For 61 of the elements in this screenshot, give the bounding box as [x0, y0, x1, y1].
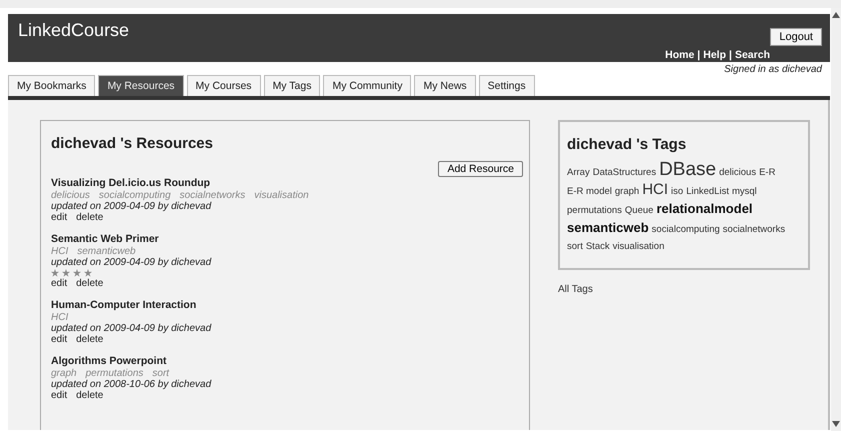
- tag-link[interactable]: Queue: [624, 202, 654, 219]
- tag-link[interactable]: visualisation: [612, 238, 664, 255]
- tag-link[interactable]: relationalmodel: [656, 200, 753, 217]
- tab[interactable]: My Community: [323, 75, 412, 96]
- tag-link[interactable]: semanticweb: [567, 219, 649, 236]
- tab[interactable]: My Resources: [98, 75, 184, 96]
- action-link[interactable]: edit: [51, 212, 68, 223]
- action-link[interactable]: edit: [51, 334, 68, 345]
- action-link[interactable]: edit: [51, 278, 68, 289]
- star-icon[interactable]: [51, 269, 59, 277]
- arrow-down-icon[interactable]: [832, 421, 840, 427]
- all-tags-link[interactable]: All Tags: [558, 284, 593, 295]
- tag-link[interactable]: iso: [671, 183, 684, 200]
- tag-link[interactable]: LinkedList: [686, 183, 729, 200]
- action-link[interactable]: delete: [76, 278, 104, 289]
- arrow-up-icon[interactable]: [832, 12, 840, 18]
- tag-link[interactable]: DBase: [659, 161, 716, 178]
- action-link[interactable]: delete: [76, 334, 104, 345]
- nav-link[interactable]: Home: [665, 49, 694, 61]
- tab[interactable]: My Bookmarks: [8, 75, 96, 96]
- tag-link[interactable]: Array: [567, 164, 590, 181]
- nav-separator: |: [697, 49, 700, 61]
- resource-title[interactable]: Human-Computer Interaction: [51, 299, 196, 312]
- logout-button[interactable]: Logout: [770, 28, 822, 46]
- tag-link[interactable]: permutations: [567, 202, 622, 219]
- action-link[interactable]: delete: [76, 212, 104, 223]
- tag-link[interactable]: graph: [614, 183, 640, 200]
- updated-text: updated on 2009-04-09 by dichevad: [51, 201, 212, 212]
- star-icon[interactable]: [62, 269, 70, 277]
- tag-link[interactable]: mysql: [732, 183, 757, 200]
- tag-link[interactable]: E-R model: [567, 183, 612, 200]
- action-link[interactable]: edit: [51, 390, 68, 401]
- action-link[interactable]: delete: [76, 390, 104, 401]
- tab[interactable]: My News: [414, 75, 476, 96]
- nav-link[interactable]: Search: [734, 49, 770, 61]
- tag-link[interactable]: Stack: [586, 238, 610, 255]
- nav-link[interactable]: Help: [703, 49, 726, 61]
- updated-text: updated on 2009-04-09 by dichevad: [51, 257, 212, 268]
- tag-link[interactable]: socialnetworks: [722, 221, 786, 238]
- tab[interactable]: My Tags: [264, 75, 320, 96]
- site-logo[interactable]: LinkedCourse: [18, 20, 130, 42]
- resource-title[interactable]: Semantic Web Primer: [51, 233, 159, 246]
- tab[interactable]: My Courses: [186, 75, 261, 96]
- resource-title[interactable]: Visualizing Del.icio.us Roundup: [51, 177, 210, 190]
- star-icon[interactable]: [84, 269, 92, 277]
- tag-link[interactable]: sort: [567, 238, 583, 255]
- tag-link[interactable]: HCI: [642, 181, 668, 198]
- panel-title: dichevad 's Resources: [51, 135, 213, 152]
- updated-text: updated on 2009-04-09 by dichevad: [51, 323, 212, 334]
- panel-title: dichevad 's Tags: [567, 136, 686, 153]
- updated-text: updated on 2008-10-06 by dichevad: [51, 379, 212, 390]
- tag-link[interactable]: DataStructures: [592, 164, 656, 181]
- tag-link[interactable]: delicious: [719, 164, 756, 181]
- tag-link[interactable]: E-R: [759, 164, 776, 181]
- star-icon[interactable]: [73, 269, 81, 277]
- add-resource-button[interactable]: Add Resource: [438, 161, 523, 177]
- resource-title[interactable]: Algorithms Powerpoint: [51, 355, 166, 368]
- nav-separator: |: [729, 49, 732, 61]
- tab[interactable]: Settings: [478, 75, 535, 96]
- signed-in-text: Signed in as dichevad: [724, 64, 822, 75]
- tag-link[interactable]: socialcomputing: [652, 221, 720, 238]
